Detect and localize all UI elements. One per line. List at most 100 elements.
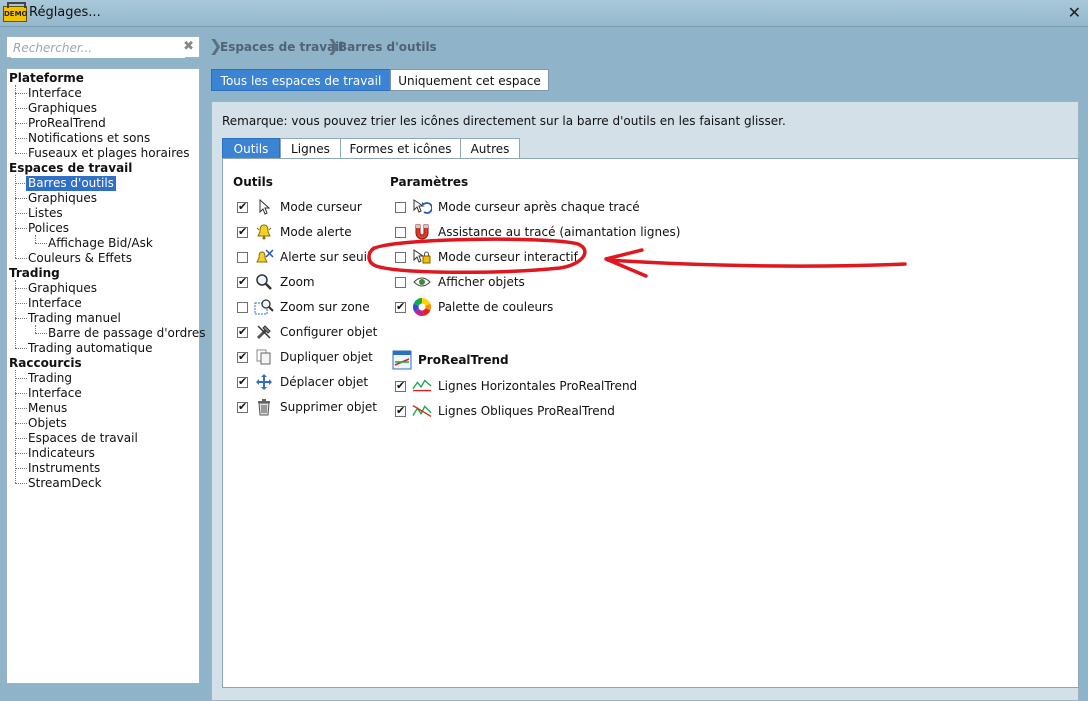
tree-category-trading[interactable]: Trading: [9, 266, 60, 281]
tree-item-timezones[interactable]: Fuseaux et plages horaires: [28, 146, 190, 161]
option-label: Zoom sur zone: [280, 300, 370, 314]
checkbox[interactable]: [395, 404, 406, 417]
tree-item-sc-streamdeck[interactable]: StreamDeck: [28, 476, 102, 491]
tree-item-tr-graphiques[interactable]: Graphiques: [28, 281, 97, 296]
magnifier-icon: [254, 272, 274, 292]
option-afficher-objets: Afficher objets: [395, 272, 525, 292]
search-input[interactable]: [11, 38, 185, 58]
title-bar: DEMO Réglages... ✕: [0, 0, 1088, 27]
tree-category-workspaces[interactable]: Espaces de travail: [9, 161, 132, 176]
search-box: ✖: [6, 36, 200, 58]
tree-item-auto-trading[interactable]: Trading automatique: [28, 341, 153, 356]
tab-lignes[interactable]: Lignes: [280, 138, 341, 158]
option-dupliquer-objet: Dupliquer objet: [237, 347, 373, 367]
prorealtrend-section: ProRealTrend: [392, 350, 509, 370]
option-palette-couleurs: Palette de couleurs: [395, 297, 553, 317]
tree-item-sc-objets[interactable]: Objets: [28, 416, 67, 431]
checkbox[interactable]: [395, 379, 406, 392]
tree-item-bid-ask[interactable]: Affichage Bid/Ask: [48, 236, 153, 251]
tree-item-toolbars[interactable]: Barres d'outils: [26, 176, 116, 191]
option-curseur-interactif: Mode curseur interactif: [395, 247, 578, 267]
tree-item-graphiques[interactable]: Graphiques: [28, 101, 97, 116]
option-label: Configurer objet: [280, 325, 378, 339]
tree-item-listes[interactable]: Listes: [28, 206, 63, 221]
prorealtrend-heading: ProRealTrend: [418, 353, 509, 367]
scope-this-workspace-button[interactable]: Uniquement cet espace: [390, 69, 549, 91]
option-assistance-trace: Assistance au tracé (aimantation lignes): [395, 222, 680, 242]
tree-item-sc-menus[interactable]: Menus: [28, 401, 67, 416]
checkbox[interactable]: [237, 225, 248, 238]
option-supprimer-objet: Supprimer objet: [237, 397, 377, 417]
option-alerte-seuil: Alerte sur seuil: [237, 247, 370, 267]
tools-icon: [254, 322, 274, 342]
remark-text: Remarque: vous pouvez trier les icônes d…: [222, 114, 786, 128]
option-label: Afficher objets: [438, 275, 525, 289]
checkbox[interactable]: [395, 276, 406, 288]
checkbox[interactable]: [395, 251, 406, 263]
tree-item-polices[interactable]: Polices: [28, 221, 69, 236]
option-zoom-zone: Zoom sur zone: [237, 297, 370, 317]
eye-icon: [412, 272, 432, 292]
tree-item-sc-indicators[interactable]: Indicateurs: [28, 446, 95, 461]
tree-item-colors-effects[interactable]: Couleurs & Effets: [28, 251, 132, 266]
checkbox[interactable]: [237, 200, 248, 213]
tree-item-order-bar[interactable]: Barre de passage d'ordres: [48, 326, 206, 341]
window-title: Réglages...: [29, 5, 101, 20]
option-mode-alerte: Mode alerte: [237, 222, 352, 242]
option-label: Zoom: [280, 275, 315, 289]
tab-autres[interactable]: Autres: [460, 138, 520, 158]
params-heading: Paramètres: [390, 175, 469, 189]
tree-category-shortcuts[interactable]: Raccourcis: [9, 356, 82, 371]
tree-item-notifications[interactable]: Notifications et sons: [28, 131, 150, 146]
checkbox[interactable]: [395, 226, 406, 238]
checkbox[interactable]: [237, 325, 248, 338]
tree-item-sc-workspaces[interactable]: Espaces de travail: [28, 431, 138, 446]
tree-category-platform[interactable]: Plateforme: [9, 71, 84, 86]
magnet-icon: [412, 222, 432, 242]
checkbox[interactable]: [237, 301, 248, 313]
checkbox[interactable]: [237, 375, 248, 388]
option-lignes-horizontales: Lignes Horizontales ProRealTrend: [395, 376, 637, 396]
move-arrows-icon: [254, 372, 274, 392]
bell-threshold-icon: [254, 247, 274, 267]
tree-item-sc-interface[interactable]: Interface: [28, 386, 82, 401]
option-label: Mode alerte: [280, 225, 352, 239]
tab-formes-icones[interactable]: Formes et icônes: [340, 138, 461, 158]
checkbox[interactable]: [395, 201, 406, 213]
checkbox[interactable]: [237, 400, 248, 413]
tree-item-sc-instruments[interactable]: Instruments: [28, 461, 100, 476]
checkbox[interactable]: [395, 300, 406, 313]
interactive-cursor-icon: [412, 247, 432, 267]
checkbox[interactable]: [237, 350, 248, 363]
tree-item-sc-trading[interactable]: Trading: [28, 371, 72, 386]
option-lignes-obliques: Lignes Obliques ProRealTrend: [395, 401, 615, 421]
tree-item-interface[interactable]: Interface: [28, 86, 82, 101]
option-mode-curseur: Mode curseur: [237, 197, 362, 217]
option-label: Supprimer objet: [280, 400, 377, 414]
option-deplacer-objet: Déplacer objet: [237, 372, 368, 392]
checkbox[interactable]: [237, 251, 248, 263]
cursor-reset-icon: [412, 197, 432, 217]
duplicate-icon: [254, 347, 274, 367]
tree-item-prorealtrend[interactable]: ProRealTrend: [28, 116, 106, 131]
breadcrumb-workspaces[interactable]: Espaces de travail: [220, 40, 343, 54]
settings-tree: Plateforme Interface Graphiques ProRealT…: [6, 68, 206, 684]
tree-item-tr-interface[interactable]: Interface: [28, 296, 82, 311]
tab-outils[interactable]: Outils: [222, 138, 280, 158]
scope-all-workspaces-button[interactable]: Tous les espaces de travail: [211, 69, 391, 91]
option-zoom: Zoom: [237, 272, 315, 292]
oblique-lines-icon: [412, 401, 432, 421]
tree-item-ws-graphiques[interactable]: Graphiques: [28, 191, 97, 206]
option-label: Déplacer objet: [280, 375, 369, 389]
option-label: Mode curseur après chaque tracé: [438, 200, 640, 214]
option-label: Dupliquer objet: [280, 350, 373, 364]
clear-search-icon[interactable]: ✖: [183, 39, 194, 54]
zoom-area-icon: [254, 297, 274, 317]
tools-heading: Outils: [233, 175, 273, 189]
breadcrumb-toolbars: Barres d'outils: [338, 40, 437, 54]
tree-item-manual-trading[interactable]: Trading manuel: [28, 311, 121, 326]
close-icon[interactable]: ✕: [1068, 3, 1081, 22]
checkbox[interactable]: [237, 275, 248, 288]
demo-logo: DEMO: [3, 2, 28, 22]
option-curseur-apres-trace: Mode curseur après chaque tracé: [395, 197, 640, 217]
